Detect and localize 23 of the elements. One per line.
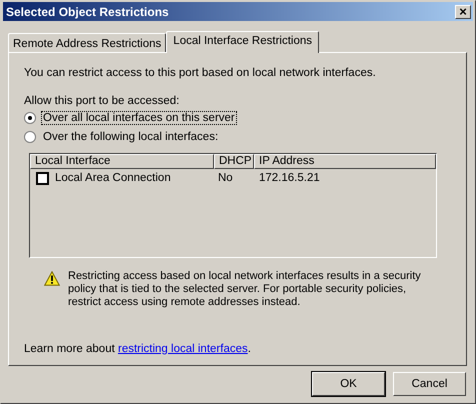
radio-button[interactable] <box>24 112 36 124</box>
radio-label[interactable]: Over the following local interfaces: <box>41 130 220 144</box>
cancel-button[interactable]: Cancel <box>393 372 466 396</box>
table-cell-text: No <box>217 172 234 184</box>
window-title: Selected Object Restrictions <box>6 4 169 18</box>
ok-button[interactable]: OK <box>312 372 385 396</box>
column-header[interactable]: IP Address <box>254 154 436 169</box>
tab[interactable]: Remote Address Restrictions <box>8 33 166 52</box>
help-link[interactable]: restricting local interfaces <box>118 343 248 355</box>
tab[interactable]: Local Interface Restrictions <box>166 31 319 53</box>
access-label: Allow this port to be accessed: <box>24 95 180 107</box>
table-cell-text: 172.16.5.21 <box>258 172 320 184</box>
radio-label[interactable]: Over all local interfaces on this server <box>41 111 237 125</box>
table-cell: Local Area Connection <box>55 172 171 184</box>
radio-button[interactable] <box>24 131 36 143</box>
learn-more-text: Learn more about restricting local interfaces. <box>24 343 252 355</box>
column-header[interactable]: Local Interface <box>30 154 214 169</box>
warning-icon <box>44 271 60 286</box>
column-header[interactable]: DHCP <box>214 154 254 169</box>
close-button[interactable]: × <box>455 4 471 18</box>
warning-text: Restricting access based on local network interfaces results in a security policy that is tied to the selected server. For portable security policies, restrict access using remote addresses instead. <box>68 270 422 309</box>
checkbox[interactable] <box>36 172 49 184</box>
intro-text: You can restrict access to this port based on local network interfaces. <box>24 67 377 79</box>
